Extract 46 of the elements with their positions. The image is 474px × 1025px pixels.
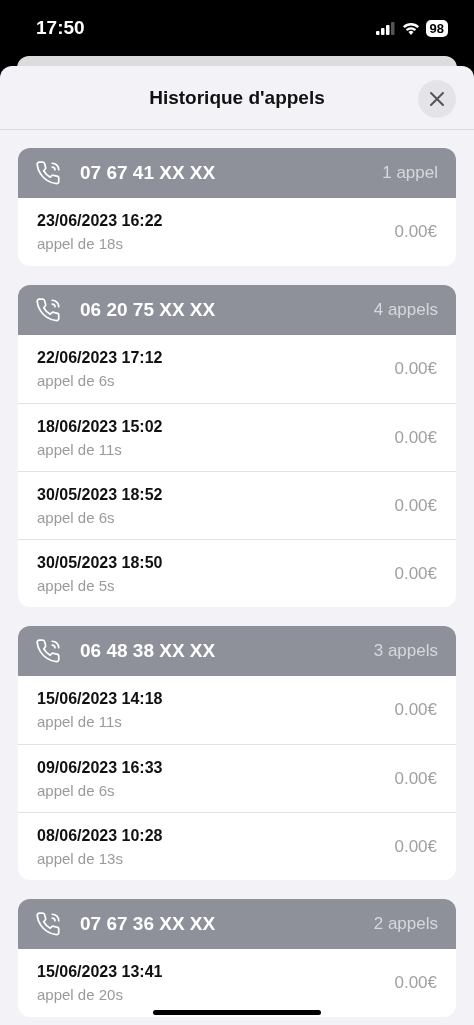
phone-call-icon bbox=[36, 297, 62, 323]
call-count: 3 appels bbox=[373, 641, 438, 661]
call-date: 30/05/2023 18:50 bbox=[37, 553, 164, 572]
call-date: 15/06/2023 13:41 bbox=[37, 963, 164, 981]
call-duration: appel de 18s bbox=[37, 235, 124, 252]
call-price: 0.00€ bbox=[394, 563, 437, 584]
wifi-icon bbox=[401, 21, 420, 35]
phone-call-icon bbox=[36, 911, 62, 937]
call-duration: appel de 20s bbox=[37, 986, 124, 1003]
call-duration: appel de 11s bbox=[37, 440, 123, 458]
call-count: 2 appels bbox=[373, 914, 438, 934]
phone-call-icon bbox=[36, 160, 62, 186]
status-time: 17:50 bbox=[36, 17, 85, 39]
phone-number: 07 67 36 XX XX bbox=[80, 913, 217, 935]
call-price: 0.00€ bbox=[394, 222, 437, 242]
call-count: 1 appel bbox=[382, 163, 438, 183]
call-duration: appel de 5s bbox=[37, 576, 116, 594]
call-date: 09/06/2023 16:33 bbox=[37, 758, 164, 777]
call-price: 0.00€ bbox=[394, 359, 437, 379]
call-date: 08/06/2023 10:28 bbox=[37, 826, 164, 845]
call-price: 0.00€ bbox=[394, 973, 437, 993]
phone-number: 06 20 75 XX XX bbox=[80, 299, 217, 321]
signal-icon bbox=[375, 21, 396, 35]
phone-number: 07 67 41 XX XX bbox=[80, 162, 217, 184]
battery-level: 98 bbox=[425, 19, 448, 37]
close-icon bbox=[429, 91, 445, 107]
call-price: 0.00€ bbox=[394, 427, 437, 448]
call-price: 0.00€ bbox=[394, 836, 437, 857]
call-duration: appel de 11s bbox=[37, 713, 123, 730]
sheet-title: Historique d'appels bbox=[149, 86, 325, 109]
call-date: 22/06/2023 17:12 bbox=[37, 349, 164, 367]
call-price: 0.00€ bbox=[394, 700, 437, 720]
phone-call-icon bbox=[36, 638, 62, 664]
call-price: 0.00€ bbox=[394, 495, 437, 516]
call-date: 23/06/2023 16:22 bbox=[37, 212, 164, 230]
call-date: 15/06/2023 14:18 bbox=[37, 690, 164, 708]
call-date: 30/05/2023 18:52 bbox=[37, 485, 164, 504]
phone-number: 06 48 38 XX XX bbox=[80, 640, 217, 662]
call-price: 0.00€ bbox=[394, 768, 437, 789]
call-count: 4 appels bbox=[373, 300, 438, 320]
call-duration: appel de 13s bbox=[37, 849, 124, 867]
call-duration: appel de 6s bbox=[37, 372, 116, 389]
call-duration: appel de 6s bbox=[37, 508, 116, 526]
call-duration: appel de 6s bbox=[37, 781, 116, 799]
close-button[interactable] bbox=[418, 80, 456, 118]
call-date: 18/06/2023 15:02 bbox=[37, 417, 164, 436]
